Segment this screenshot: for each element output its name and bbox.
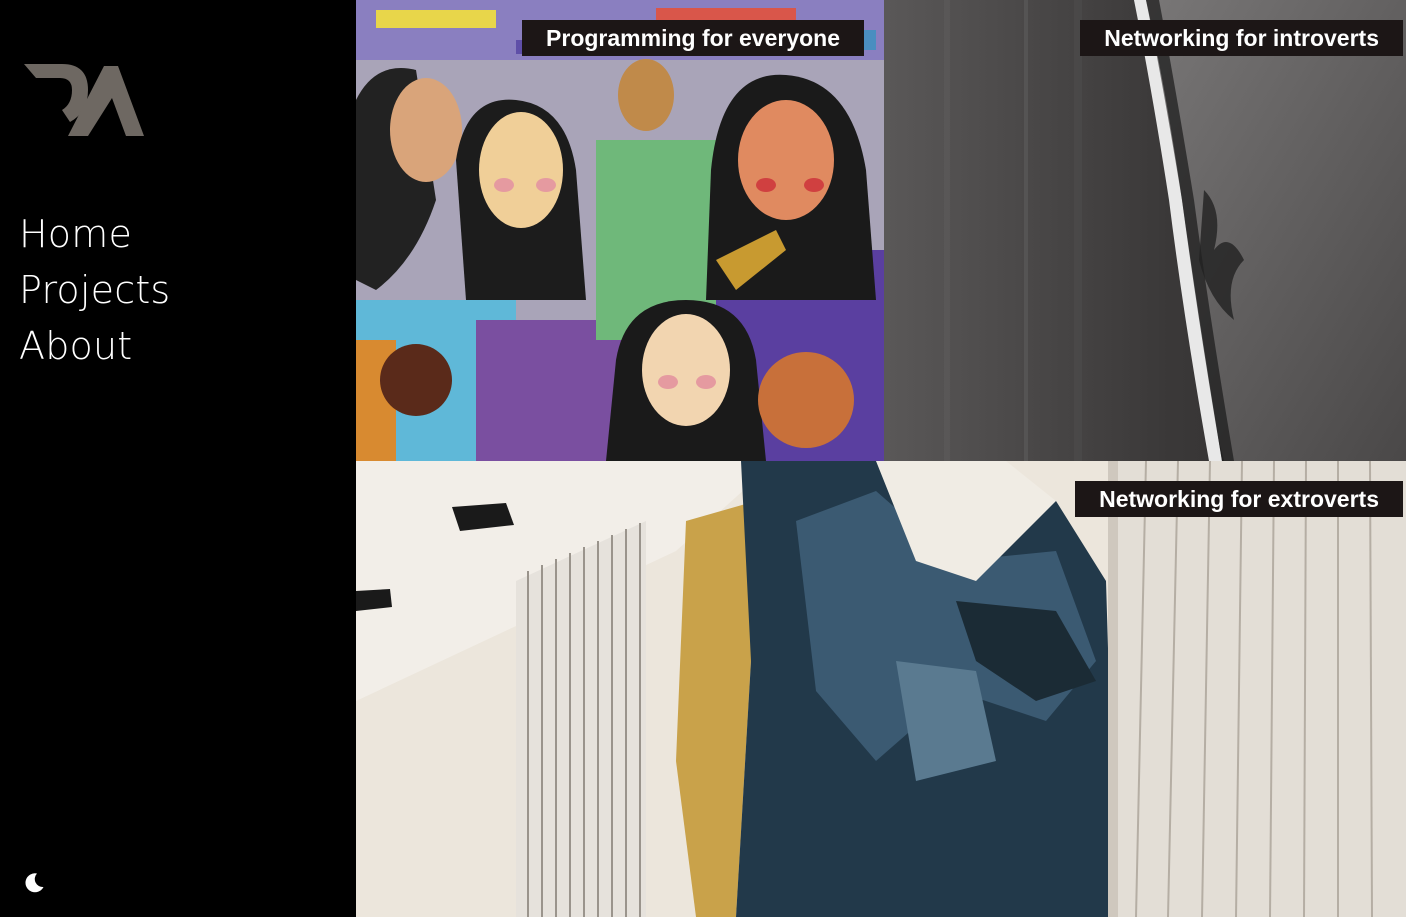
project-title[interactable]: Networking for introverts bbox=[1080, 20, 1403, 56]
moon-icon[interactable] bbox=[22, 871, 46, 895]
painting-image bbox=[884, 0, 1406, 461]
project-tile-introverts[interactable]: Networking for introverts bbox=[884, 0, 1406, 461]
project-title[interactable]: Programming for everyone bbox=[522, 20, 864, 56]
nav-about-link[interactable]: About bbox=[19, 318, 170, 374]
nav-projects-link[interactable]: Projects bbox=[19, 262, 170, 318]
logo-icon[interactable] bbox=[22, 60, 146, 140]
main-nav: Home Projects About bbox=[19, 206, 170, 374]
project-tile-programming[interactable]: Programming for everyone bbox=[356, 0, 884, 461]
project-title[interactable]: Networking for extroverts bbox=[1075, 481, 1403, 517]
sidebar: Home Projects About bbox=[0, 0, 356, 917]
painting-image bbox=[356, 461, 1406, 917]
project-tile-extroverts[interactable]: Networking for extroverts bbox=[356, 461, 1406, 917]
painting-image bbox=[356, 0, 884, 461]
nav-home-link[interactable]: Home bbox=[19, 206, 170, 262]
